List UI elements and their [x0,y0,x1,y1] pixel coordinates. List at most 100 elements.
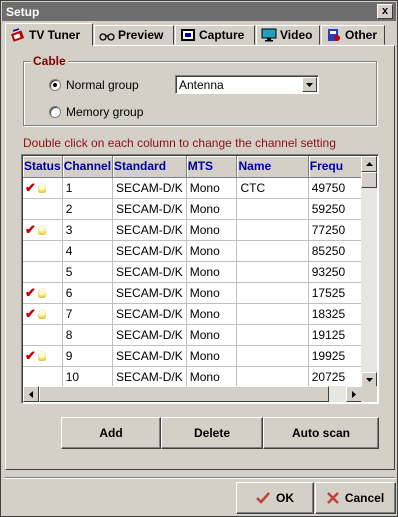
standard-cell[interactable]: SECAM-D/K [112,366,187,388]
channel-cell[interactable]: 6 [62,282,114,304]
mts-cell[interactable]: Mono [186,303,238,325]
radio-button[interactable] [49,79,61,91]
delete-button[interactable]: Delete [161,417,263,449]
name-cell[interactable] [236,345,309,367]
status-cell[interactable]: ✔ [23,282,63,304]
channel-cell[interactable]: 4 [62,240,114,262]
scroll-up-button[interactable] [361,156,377,172]
channel-cell[interactable]: 2 [62,198,114,220]
freq-cell[interactable]: 93250 [308,261,362,283]
status-cell[interactable]: ✔ [23,219,63,241]
name-cell[interactable] [236,198,309,220]
tab-other[interactable]: Other [321,25,385,45]
column-header[interactable]: Standard [112,156,187,178]
channel-cell[interactable]: 8 [62,324,114,346]
scroll-left-button[interactable] [23,386,39,402]
column-header[interactable]: Channel [62,156,114,178]
freq-cell[interactable]: 59250 [308,198,362,220]
freq-cell[interactable]: 17525 [308,282,362,304]
freq-cell[interactable]: 20725 [308,366,362,388]
table-row[interactable]: 10 SECAM-D/K Mono 20725 [23,366,362,388]
channel-cell[interactable]: 10 [62,366,114,388]
freq-cell[interactable]: 85250 [308,240,362,262]
radio-button[interactable] [49,106,61,118]
standard-cell[interactable]: SECAM-D/K [112,198,187,220]
name-cell[interactable] [236,219,309,241]
table-row[interactable]: ✔ 6 SECAM-D/K Mono 17525 [23,282,362,304]
column-header[interactable]: Status [23,156,63,178]
memory-group-radio[interactable]: Memory group [49,105,143,119]
table-row[interactable]: 5 SECAM-D/K Mono 93250 [23,261,362,283]
status-cell[interactable]: ✔ [23,345,63,367]
scroll-right-button[interactable] [346,386,362,402]
table-row[interactable]: ✔ 7 SECAM-D/K Mono 18325 [23,303,362,325]
mts-cell[interactable]: Mono [186,177,238,199]
tab-tv-tuner[interactable]: TV Tuner [5,23,93,46]
tab-video[interactable]: Video [256,25,320,45]
channel-cell[interactable]: 5 [62,261,114,283]
standard-cell[interactable]: SECAM-D/K [112,219,187,241]
auto-scan-button[interactable]: Auto scan [263,417,379,449]
status-cell[interactable] [23,324,63,346]
horizontal-scrollbar[interactable] [23,386,362,402]
standard-cell[interactable]: SECAM-D/K [112,261,187,283]
normal-group-radio[interactable]: Normal group [49,78,139,92]
status-cell[interactable] [23,240,63,262]
channel-cell[interactable]: 7 [62,303,114,325]
status-cell[interactable] [23,261,63,283]
status-cell[interactable]: ✔ [23,303,63,325]
horizontal-scroll-thumb[interactable] [39,386,329,402]
vertical-scroll-thumb[interactable] [361,172,377,188]
column-header[interactable]: Name [236,156,309,178]
mts-cell[interactable]: Mono [186,282,238,304]
mts-cell[interactable]: Mono [186,219,238,241]
column-header[interactable]: MTS [186,156,238,178]
standard-cell[interactable]: SECAM-D/K [112,324,187,346]
standard-cell[interactable]: SECAM-D/K [112,240,187,262]
name-cell[interactable] [236,303,309,325]
standard-cell[interactable]: SECAM-D/K [112,282,187,304]
table-row[interactable]: ✔ 3 SECAM-D/K Mono 77250 [23,219,362,241]
channel-cell[interactable]: 9 [62,345,114,367]
name-cell[interactable] [236,282,309,304]
name-cell[interactable] [236,324,309,346]
ok-button[interactable]: OK [236,482,314,514]
tab-preview[interactable]: Preview [94,25,174,45]
standard-cell[interactable]: SECAM-D/K [112,177,187,199]
close-button[interactable]: x [377,4,393,19]
status-cell[interactable]: ✔ [23,177,63,199]
standard-cell[interactable]: SECAM-D/K [112,345,187,367]
mts-cell[interactable]: Mono [186,261,238,283]
channel-grid[interactable]: Status Channel Standard MTS Name Frequ ✔ 1 SECA… [21,154,379,404]
name-cell[interactable]: CTC [236,177,309,199]
channel-cell[interactable]: 1 [62,177,114,199]
freq-cell[interactable]: 19125 [308,324,362,346]
mts-cell[interactable]: Mono [186,324,238,346]
group-select[interactable]: Antenna [175,75,319,94]
mts-cell[interactable]: Mono [186,198,238,220]
table-row[interactable]: ✔ 1 SECAM-D/K Mono CTC 49750 [23,177,362,199]
tab-capture[interactable]: Capture [175,25,255,45]
column-header[interactable]: Frequ [308,156,362,178]
cancel-button[interactable]: Cancel [315,482,396,514]
table-row[interactable]: 4 SECAM-D/K Mono 85250 [23,240,362,262]
freq-cell[interactable]: 49750 [308,177,362,199]
dropdown-button[interactable] [302,77,317,92]
freq-cell[interactable]: 19925 [308,345,362,367]
status-cell[interactable] [23,366,63,388]
vertical-scrollbar[interactable] [361,156,377,388]
table-row[interactable]: 2 SECAM-D/K Mono 59250 [23,198,362,220]
mts-cell[interactable]: Mono [186,240,238,262]
table-row[interactable]: 8 SECAM-D/K Mono 19125 [23,324,362,346]
channel-cell[interactable]: 3 [62,219,114,241]
table-row[interactable]: ✔ 9 SECAM-D/K Mono 19925 [23,345,362,367]
freq-cell[interactable]: 18325 [308,303,362,325]
mts-cell[interactable]: Mono [186,366,238,388]
name-cell[interactable] [236,366,309,388]
name-cell[interactable] [236,240,309,262]
standard-cell[interactable]: SECAM-D/K [112,303,187,325]
mts-cell[interactable]: Mono [186,345,238,367]
name-cell[interactable] [236,261,309,283]
add-button[interactable]: Add [61,417,161,449]
freq-cell[interactable]: 77250 [308,219,362,241]
